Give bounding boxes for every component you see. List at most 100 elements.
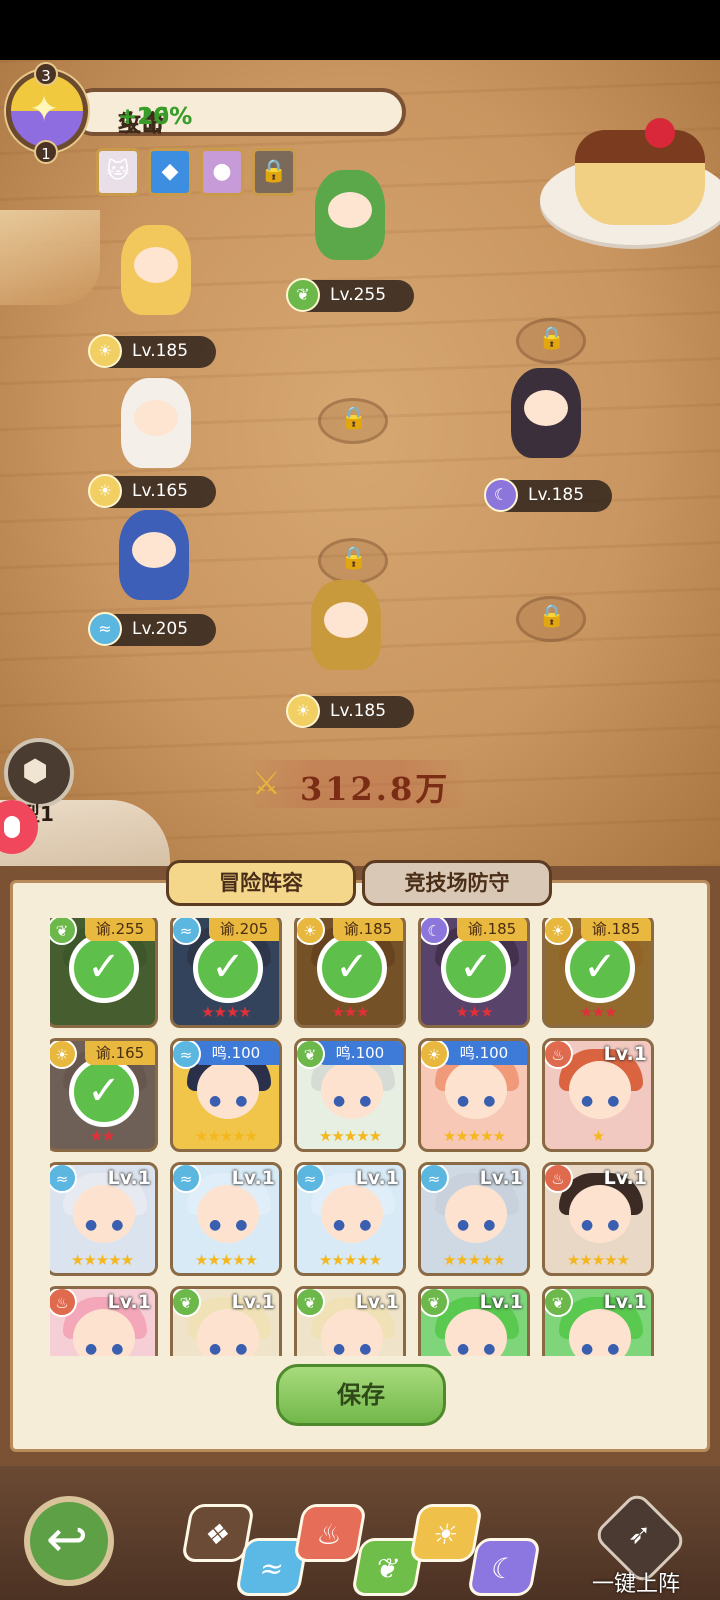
water-icon: ≈ bbox=[421, 1165, 449, 1193]
pet-slot-locked[interactable]: 🔒 bbox=[252, 148, 296, 196]
hero-card[interactable]: ●●✓谕.205≈★★★★ bbox=[170, 918, 282, 1028]
save-button[interactable]: 保存 bbox=[276, 1364, 446, 1426]
hero-level-tag: ☾ Lv.185 bbox=[484, 478, 612, 512]
pet-slot-3[interactable]: ● bbox=[200, 148, 244, 196]
hero-level-label: Lv.1 bbox=[355, 1167, 399, 1189]
tab-arena-defense[interactable]: 竞技场防守 bbox=[362, 860, 552, 906]
hero-level-label: Lv.1 bbox=[107, 1291, 151, 1313]
locked-slot[interactable]: 🔒 bbox=[310, 398, 396, 444]
hero-card[interactable]: ●● 鸣.100 ≈ ★★★★★ bbox=[170, 1038, 282, 1152]
checkmark-icon: ✓ bbox=[317, 933, 387, 1003]
hero-level-label: Lv.1 bbox=[603, 1291, 647, 1313]
water-icon: ≈ bbox=[173, 1165, 201, 1193]
bread-decoration bbox=[0, 210, 100, 305]
team-buff-bar[interactable]: 攻击 +16% 生命 +20% bbox=[70, 88, 406, 137]
hero-level-label: Lv.1 bbox=[107, 1167, 151, 1189]
tab-adventure-lineup[interactable]: 冒险阵容 bbox=[166, 860, 356, 906]
hero-card[interactable]: ●● Lv.1 ♨ ★★★★★ bbox=[542, 1162, 654, 1276]
back-button[interactable]: ↩ bbox=[24, 1496, 114, 1586]
locked-slot[interactable]: 🔒 bbox=[508, 596, 594, 642]
pet-slot-2[interactable]: ◆ bbox=[148, 148, 192, 196]
light-icon: ☀ bbox=[421, 1041, 449, 1069]
star-rating: ★★★★ bbox=[201, 1003, 252, 1021]
water-icon: ≈ bbox=[173, 1041, 201, 1069]
star-rating: ★★★★★ bbox=[70, 1251, 134, 1269]
checkmark-icon: ✓ bbox=[69, 933, 139, 1003]
hero-level-tag: ☀ Lv.185 bbox=[286, 694, 414, 728]
star-rating: ★★ bbox=[89, 1127, 116, 1145]
hero-card[interactable]: ●● Lv.1 ❦ bbox=[542, 1286, 654, 1356]
lock-icon: 🔒 bbox=[538, 326, 566, 351]
hero-level-label: 谕.255 bbox=[85, 918, 155, 941]
hero-portrait bbox=[445, 1185, 507, 1243]
hero-card[interactable]: ●● 鸣.100 ❦ ★★★★★ bbox=[294, 1038, 406, 1152]
star-rating: ★★★★★ bbox=[442, 1127, 506, 1145]
checkmark-icon: ✓ bbox=[565, 933, 635, 1003]
nature-icon: ❦ bbox=[545, 1289, 573, 1317]
hero-level-label: Lv.1 bbox=[355, 1291, 399, 1313]
hero-portrait bbox=[569, 1185, 631, 1243]
hero-jester[interactable] bbox=[496, 368, 596, 468]
team-power: ⚔ 312.8万 bbox=[248, 760, 468, 808]
filter-light[interactable]: ☀ bbox=[408, 1504, 484, 1562]
water-icon: ≈ bbox=[257, 1552, 287, 1585]
locked-slot[interactable]: 🔒 bbox=[310, 538, 396, 584]
hero-level-label: 鸣.100 bbox=[441, 1041, 527, 1065]
moon-icon: ☾ bbox=[484, 478, 518, 512]
hero-card[interactable]: ●● Lv.1 ≈ ★★★★★ bbox=[50, 1162, 158, 1276]
hero-level-label: Lv.1 bbox=[231, 1291, 275, 1313]
hero-portrait bbox=[445, 1061, 507, 1119]
hero-forest-swordsman[interactable] bbox=[300, 170, 400, 270]
hero-card[interactable]: ●● Lv.1 ≈ ★★★★★ bbox=[418, 1162, 530, 1276]
hero-fox-king[interactable] bbox=[106, 378, 206, 478]
status-bar bbox=[0, 0, 720, 60]
hero-card[interactable]: ●● Lv.1 ❦ bbox=[170, 1286, 282, 1356]
hero-card[interactable]: ●● Lv.1 ≈ ★★★★★ bbox=[170, 1162, 282, 1276]
lock-icon: 🔒 bbox=[340, 546, 368, 571]
back-arrow-icon: ↩ bbox=[46, 1510, 88, 1568]
wind-icon: ➶ bbox=[627, 1517, 652, 1551]
hero-card[interactable]: ●● Lv.1 ♨ bbox=[50, 1286, 158, 1356]
filter-fire[interactable]: ♨ bbox=[292, 1504, 368, 1562]
star-rating: ★★★ bbox=[579, 1003, 617, 1021]
hero-card[interactable]: ●●✓谕.185☾★★★ bbox=[418, 918, 530, 1028]
star-rating: ★★★★★ bbox=[318, 1251, 382, 1269]
hero-level-label: 鸣.100 bbox=[193, 1041, 279, 1065]
quick-deploy-label: 一键上阵 bbox=[592, 1572, 681, 1597]
hero-level-label: 谕.185 bbox=[457, 918, 527, 941]
hero-card[interactable]: ●●✓谕.255❦ bbox=[50, 918, 158, 1028]
hero-card[interactable]: ●●✓谕.185☀★★★ bbox=[294, 918, 406, 1028]
hero-roster-grid: ●●✓谕.255❦●●✓谕.205≈★★★★●●✓谕.185☀★★★●●✓谕.1… bbox=[50, 918, 670, 1356]
hero-card[interactable]: ●● Lv.1 ❦ bbox=[418, 1286, 530, 1356]
hero-level-label: 谕.165 bbox=[85, 1041, 155, 1065]
hero-card[interactable]: ●● Lv.1 ≈ ★★★★★ bbox=[294, 1162, 406, 1276]
star-rating: ★★★★★ bbox=[566, 1251, 630, 1269]
honeycomb-icon: ⬢ bbox=[22, 754, 49, 789]
hero-card[interactable]: ●●✓谕.185☀★★★ bbox=[542, 918, 654, 1028]
crossed-swords-icon: ⚔ bbox=[252, 764, 281, 802]
hero-card[interactable]: ●●✓谕.165☀★★ bbox=[50, 1038, 158, 1152]
hero-card[interactable]: ●● 鸣.100 ☀ ★★★★★ bbox=[418, 1038, 530, 1152]
hero-priestess[interactable] bbox=[106, 225, 206, 325]
hero-level-tag: ≈ Lv.205 bbox=[88, 612, 216, 646]
lock-icon: 🔒 bbox=[340, 406, 368, 431]
nature-icon: ❦ bbox=[373, 1552, 403, 1585]
checkmark-icon: ✓ bbox=[69, 1057, 139, 1127]
filter-moon[interactable]: ☾ bbox=[466, 1538, 542, 1596]
hero-card[interactable]: ●● Lv.1 ♨ ★ bbox=[542, 1038, 654, 1152]
locked-slot[interactable]: 🔒 bbox=[508, 318, 594, 364]
fire-icon: ♨ bbox=[545, 1041, 573, 1069]
fire-icon: ♨ bbox=[545, 1165, 573, 1193]
star-rating: ★★★ bbox=[331, 1003, 369, 1021]
hero-level-label: Lv.1 bbox=[479, 1291, 523, 1313]
hero-golden-warrior[interactable] bbox=[296, 580, 396, 680]
orb-top-count: 3 bbox=[34, 62, 58, 86]
hero-level-tag: ☀ Lv.185 bbox=[88, 334, 216, 368]
pet-purple-icon: ● bbox=[212, 159, 232, 184]
hero-level-label: Lv.1 bbox=[231, 1167, 275, 1189]
checkmark-icon: ✓ bbox=[441, 933, 511, 1003]
light-icon: ☀ bbox=[88, 474, 122, 508]
pet-slot-1[interactable]: 🐱 bbox=[96, 148, 140, 196]
hero-card[interactable]: ●● Lv.1 ❦ bbox=[294, 1286, 406, 1356]
hero-witch[interactable] bbox=[104, 510, 204, 610]
